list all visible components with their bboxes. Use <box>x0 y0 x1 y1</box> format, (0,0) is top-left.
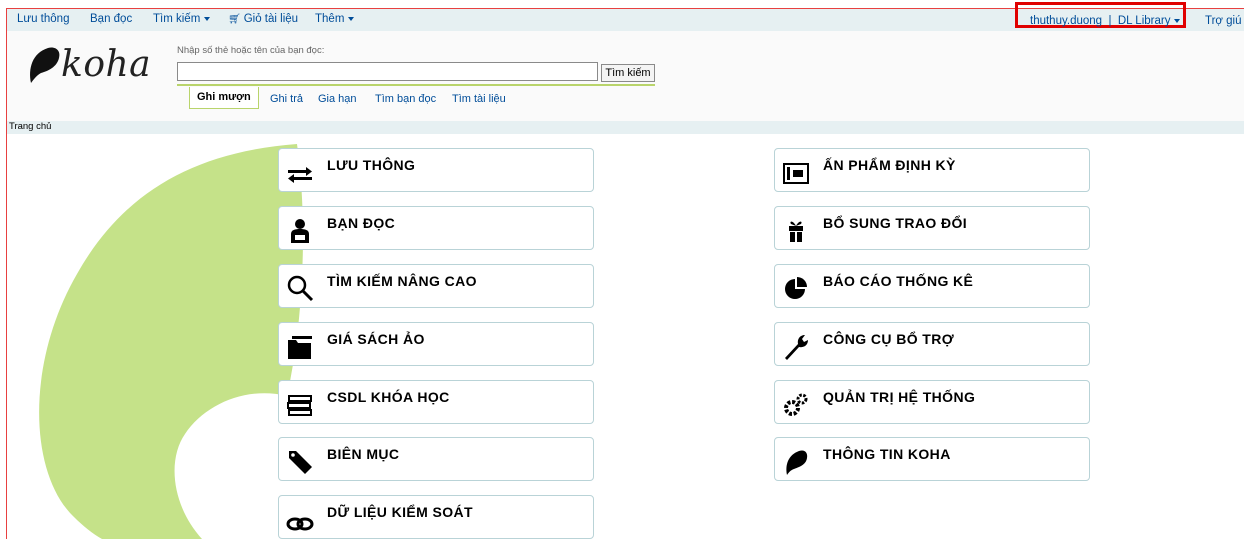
search-button[interactable]: Tìm kiếm <box>601 64 655 82</box>
module-label: LƯU THÔNG <box>327 157 416 173</box>
module-label: DỮ LIỆU KIỂM SOÁT <box>327 504 473 520</box>
cart-icon: 🛒︎ <box>228 14 241 25</box>
module-label: QUẢN TRỊ HỆ THỐNG <box>823 389 976 405</box>
nav-circulation[interactable]: Lưu thông <box>17 13 69 25</box>
help-link[interactable]: Trợ giú <box>1205 15 1242 27</box>
user-library-menu[interactable]: thuthuy.duong | DL Library <box>1030 15 1181 27</box>
search-label: Nhập số thẻ hoặc tên của bạn đọc: <box>177 45 325 56</box>
module-label: BIÊN MỤC <box>327 446 400 462</box>
koha-leaf-icon <box>786 450 808 475</box>
nav-cart-label: Giỏ tài liệu <box>243 13 299 25</box>
magnifier-icon <box>287 275 314 302</box>
module-label: BÁO CÁO THỐNG KÊ <box>823 273 974 289</box>
module-authorities[interactable]: DỮ LIỆU KIỂM SOÁT <box>278 495 594 539</box>
module-administration[interactable]: QUẢN TRỊ HỆ THỐNG <box>774 380 1090 424</box>
user-reading-icon <box>291 219 309 243</box>
module-course-reserves[interactable]: CSDL KHÓA HỌC <box>278 380 594 424</box>
module-reports[interactable]: BÁO CÁO THỐNG KÊ <box>774 264 1090 308</box>
gears-icon <box>784 393 808 416</box>
module-virtual-shelves[interactable]: GIÁ SÁCH ẢO <box>278 322 594 366</box>
module-label: BẠN ĐỌC <box>327 215 396 231</box>
module-tools[interactable]: CÔNG CỤ BỔ TRỢ <box>774 322 1090 366</box>
breadcrumb-bar <box>7 121 1244 134</box>
nav-search-dropdown[interactable]: Tìm kiếm <box>153 13 211 25</box>
tab-checkout[interactable]: Ghi mượn <box>189 87 259 109</box>
chevron-down-icon <box>348 16 355 21</box>
module-patrons[interactable]: BẠN ĐỌC <box>278 206 594 250</box>
newspaper-icon <box>783 163 809 184</box>
exchange-arrows-icon <box>288 167 312 183</box>
wrench-icon <box>785 335 808 360</box>
module-cataloging[interactable]: BIÊN MỤC <box>278 437 594 481</box>
tab-renew[interactable]: Gia hạn <box>318 93 357 105</box>
module-label: TÌM KIẾM NÂNG CAO <box>327 273 477 289</box>
pie-chart-icon <box>785 277 807 299</box>
nav-more-label: Thêm <box>315 13 345 25</box>
nav-search-label: Tìm kiếm <box>153 13 201 25</box>
book-stack-icon <box>287 395 312 416</box>
module-label: CSDL KHÓA HỌC <box>327 389 450 405</box>
module-serials[interactable]: ẤN PHẨM ĐỊNH KỲ <box>774 148 1090 192</box>
module-label: ẤN PHẨM ĐỊNH KỲ <box>823 157 956 173</box>
tab-search-catalog[interactable]: Tìm tài liệu <box>452 93 506 105</box>
folder-icon <box>288 336 312 359</box>
koha-logo-text[interactable]: koha <box>61 44 151 85</box>
module-acquisitions[interactable]: BỔ SUNG TRAO ĐỔI <box>774 206 1090 250</box>
tab-search-patrons[interactable]: Tìm bạn đọc <box>375 93 436 105</box>
nav-cart[interactable]: 🛒︎ Giỏ tài liệu <box>228 13 298 25</box>
nav-more-dropdown[interactable]: Thêm <box>315 13 355 25</box>
gift-icon <box>789 221 803 242</box>
search-tabs-divider <box>177 84 655 86</box>
module-label: CÔNG CỤ BỔ TRỢ <box>823 331 955 347</box>
current-library: DL Library <box>1117 15 1171 27</box>
module-circulation[interactable]: LƯU THÔNG <box>278 148 594 192</box>
chevron-down-icon <box>204 16 211 21</box>
nav-patrons[interactable]: Bạn đọc <box>90 13 132 25</box>
module-advanced-search[interactable]: TÌM KIẾM NÂNG CAO <box>278 264 594 308</box>
koha-leaf-decoration <box>39 144 303 539</box>
breadcrumb-home[interactable]: Trang chủ <box>9 121 51 132</box>
module-label: GIÁ SÁCH ẢO <box>327 331 425 347</box>
logged-in-user: thuthuy.duong <box>1030 15 1103 27</box>
user-separator: | <box>1108 15 1112 27</box>
module-label: BỔ SUNG TRAO ĐỔI <box>823 215 968 231</box>
tag-icon <box>289 451 312 474</box>
module-label: THÔNG TIN KOHA <box>823 446 951 462</box>
chain-link-icon <box>286 517 314 531</box>
module-about-koha[interactable]: THÔNG TIN KOHA <box>774 437 1090 481</box>
koha-logo-icon[interactable] <box>26 45 62 85</box>
tab-checkin[interactable]: Ghi trả <box>270 93 303 105</box>
patron-search-input[interactable] <box>177 62 598 81</box>
chevron-down-icon <box>1174 18 1181 23</box>
